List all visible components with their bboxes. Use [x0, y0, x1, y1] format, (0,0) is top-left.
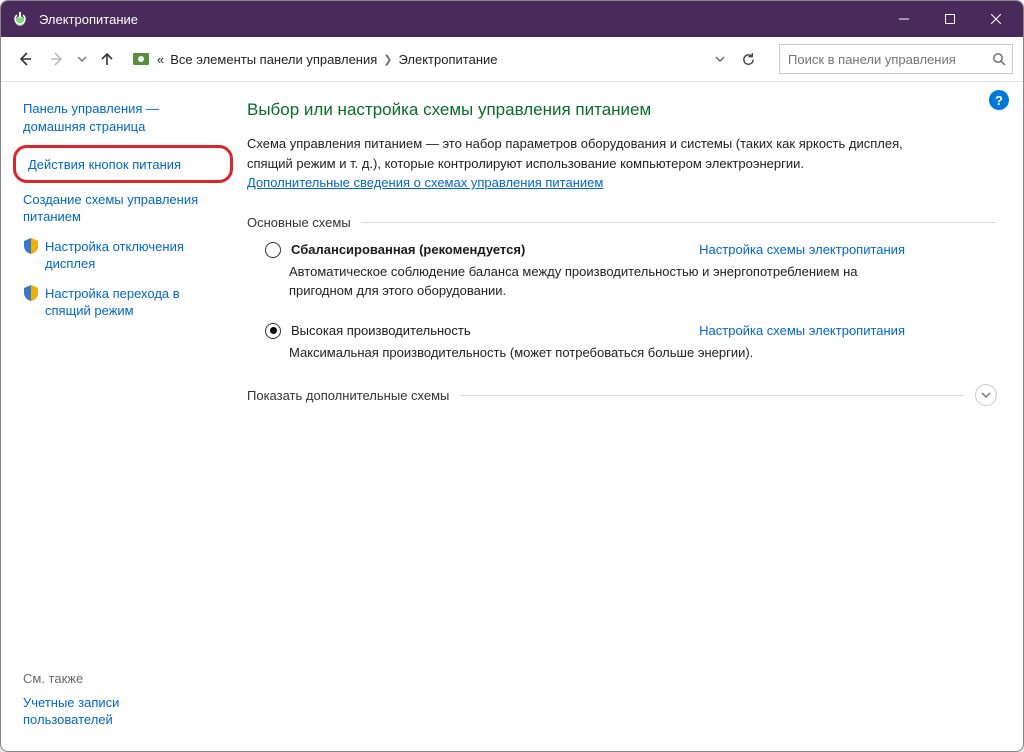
search-box[interactable] [779, 44, 1013, 74]
plan-highperf-desc: Максимальная производительность (может п… [289, 343, 905, 363]
plan-balanced-desc: Автоматическое соблюдение баланса между … [289, 262, 905, 301]
highlight-box: Действия кнопок питания [13, 145, 233, 183]
nav-forward-button[interactable] [43, 45, 71, 73]
divider [459, 395, 965, 396]
sidebar-user-accounts-link[interactable]: Учетные записи пользователей [23, 694, 227, 729]
search-input[interactable] [786, 51, 988, 68]
search-icon[interactable] [992, 52, 1006, 66]
lead-text: Схема управления питанием — это набор па… [247, 134, 907, 193]
minimize-button[interactable] [881, 1, 927, 37]
nav-up-button[interactable] [93, 45, 121, 73]
plan-highperf-name[interactable]: Высокая производительность [291, 323, 471, 338]
control-panel-icon [131, 49, 151, 69]
chevron-down-icon[interactable] [975, 384, 997, 406]
plan-balanced: Сбалансированная (рекомендуется) Настрой… [265, 242, 905, 301]
nav-back-button[interactable] [11, 45, 39, 73]
plan-highperf-settings-link[interactable]: Настройка схемы электропитания [699, 323, 905, 338]
radio-balanced[interactable] [265, 242, 281, 258]
sidebar-button-actions-link[interactable]: Действия кнопок питания [28, 156, 218, 174]
sidebar: Панель управления — домашняя страница Де… [1, 82, 233, 751]
see-also-header: См. также [23, 671, 227, 686]
sidebar-sleep-link[interactable]: Настройка перехода в спящий режим [23, 285, 227, 320]
divider [361, 222, 997, 223]
shield-icon [23, 238, 39, 254]
basic-plans-group: Основные схемы Сбалансированная (рекомен… [247, 215, 997, 363]
close-button[interactable] [973, 1, 1019, 37]
navbar: « Все элементы панели управления ❯ Элект… [1, 37, 1023, 82]
plan-balanced-name[interactable]: Сбалансированная (рекомендуется) [291, 242, 525, 257]
show-more-plans[interactable]: Показать дополнительные схемы [247, 384, 997, 406]
more-info-link[interactable]: Дополнительные сведения о схемах управле… [247, 175, 603, 190]
page-title: Выбор или настройка схемы управления пит… [247, 100, 997, 120]
breadcrumb-item-power[interactable]: Электропитание [399, 52, 498, 67]
plan-highperf: Высокая производительность Настройка схе… [265, 323, 905, 363]
breadcrumb-dropdown[interactable] [711, 54, 729, 64]
help-button[interactable]: ? [989, 90, 1009, 110]
chevron-right-icon: ❯ [383, 53, 392, 66]
window: Электропитание « Все элементы панели упр… [0, 0, 1024, 752]
basic-plans-header: Основные схемы [247, 215, 997, 230]
breadcrumb[interactable]: « Все элементы панели управления ❯ Элект… [125, 46, 767, 72]
window-title: Электропитание [39, 12, 881, 27]
body: Панель управления — домашняя страница Де… [1, 82, 1023, 751]
breadcrumb-prefix: « [157, 52, 164, 67]
nav-history-dropdown[interactable] [77, 54, 87, 64]
sidebar-display-off-link[interactable]: Настройка отключения дисплея [23, 238, 227, 273]
content: ? Выбор или настройка схемы управления п… [233, 82, 1023, 751]
shield-icon [23, 285, 39, 301]
sidebar-home-link[interactable]: Панель управления — домашняя страница [23, 100, 227, 135]
sidebar-home-line2: домашняя страница [23, 119, 145, 134]
plan-balanced-settings-link[interactable]: Настройка схемы электропитания [699, 242, 905, 257]
maximize-button[interactable] [927, 1, 973, 37]
breadcrumb-item-all[interactable]: Все элементы панели управления [170, 52, 377, 67]
power-app-icon [11, 10, 29, 28]
radio-highperf[interactable] [265, 323, 281, 339]
titlebar: Электропитание [1, 1, 1023, 37]
refresh-button[interactable] [735, 46, 761, 72]
sidebar-home-line1: Панель управления — [23, 101, 159, 116]
sidebar-create-plan-link[interactable]: Создание схемы управления питанием [23, 191, 227, 226]
